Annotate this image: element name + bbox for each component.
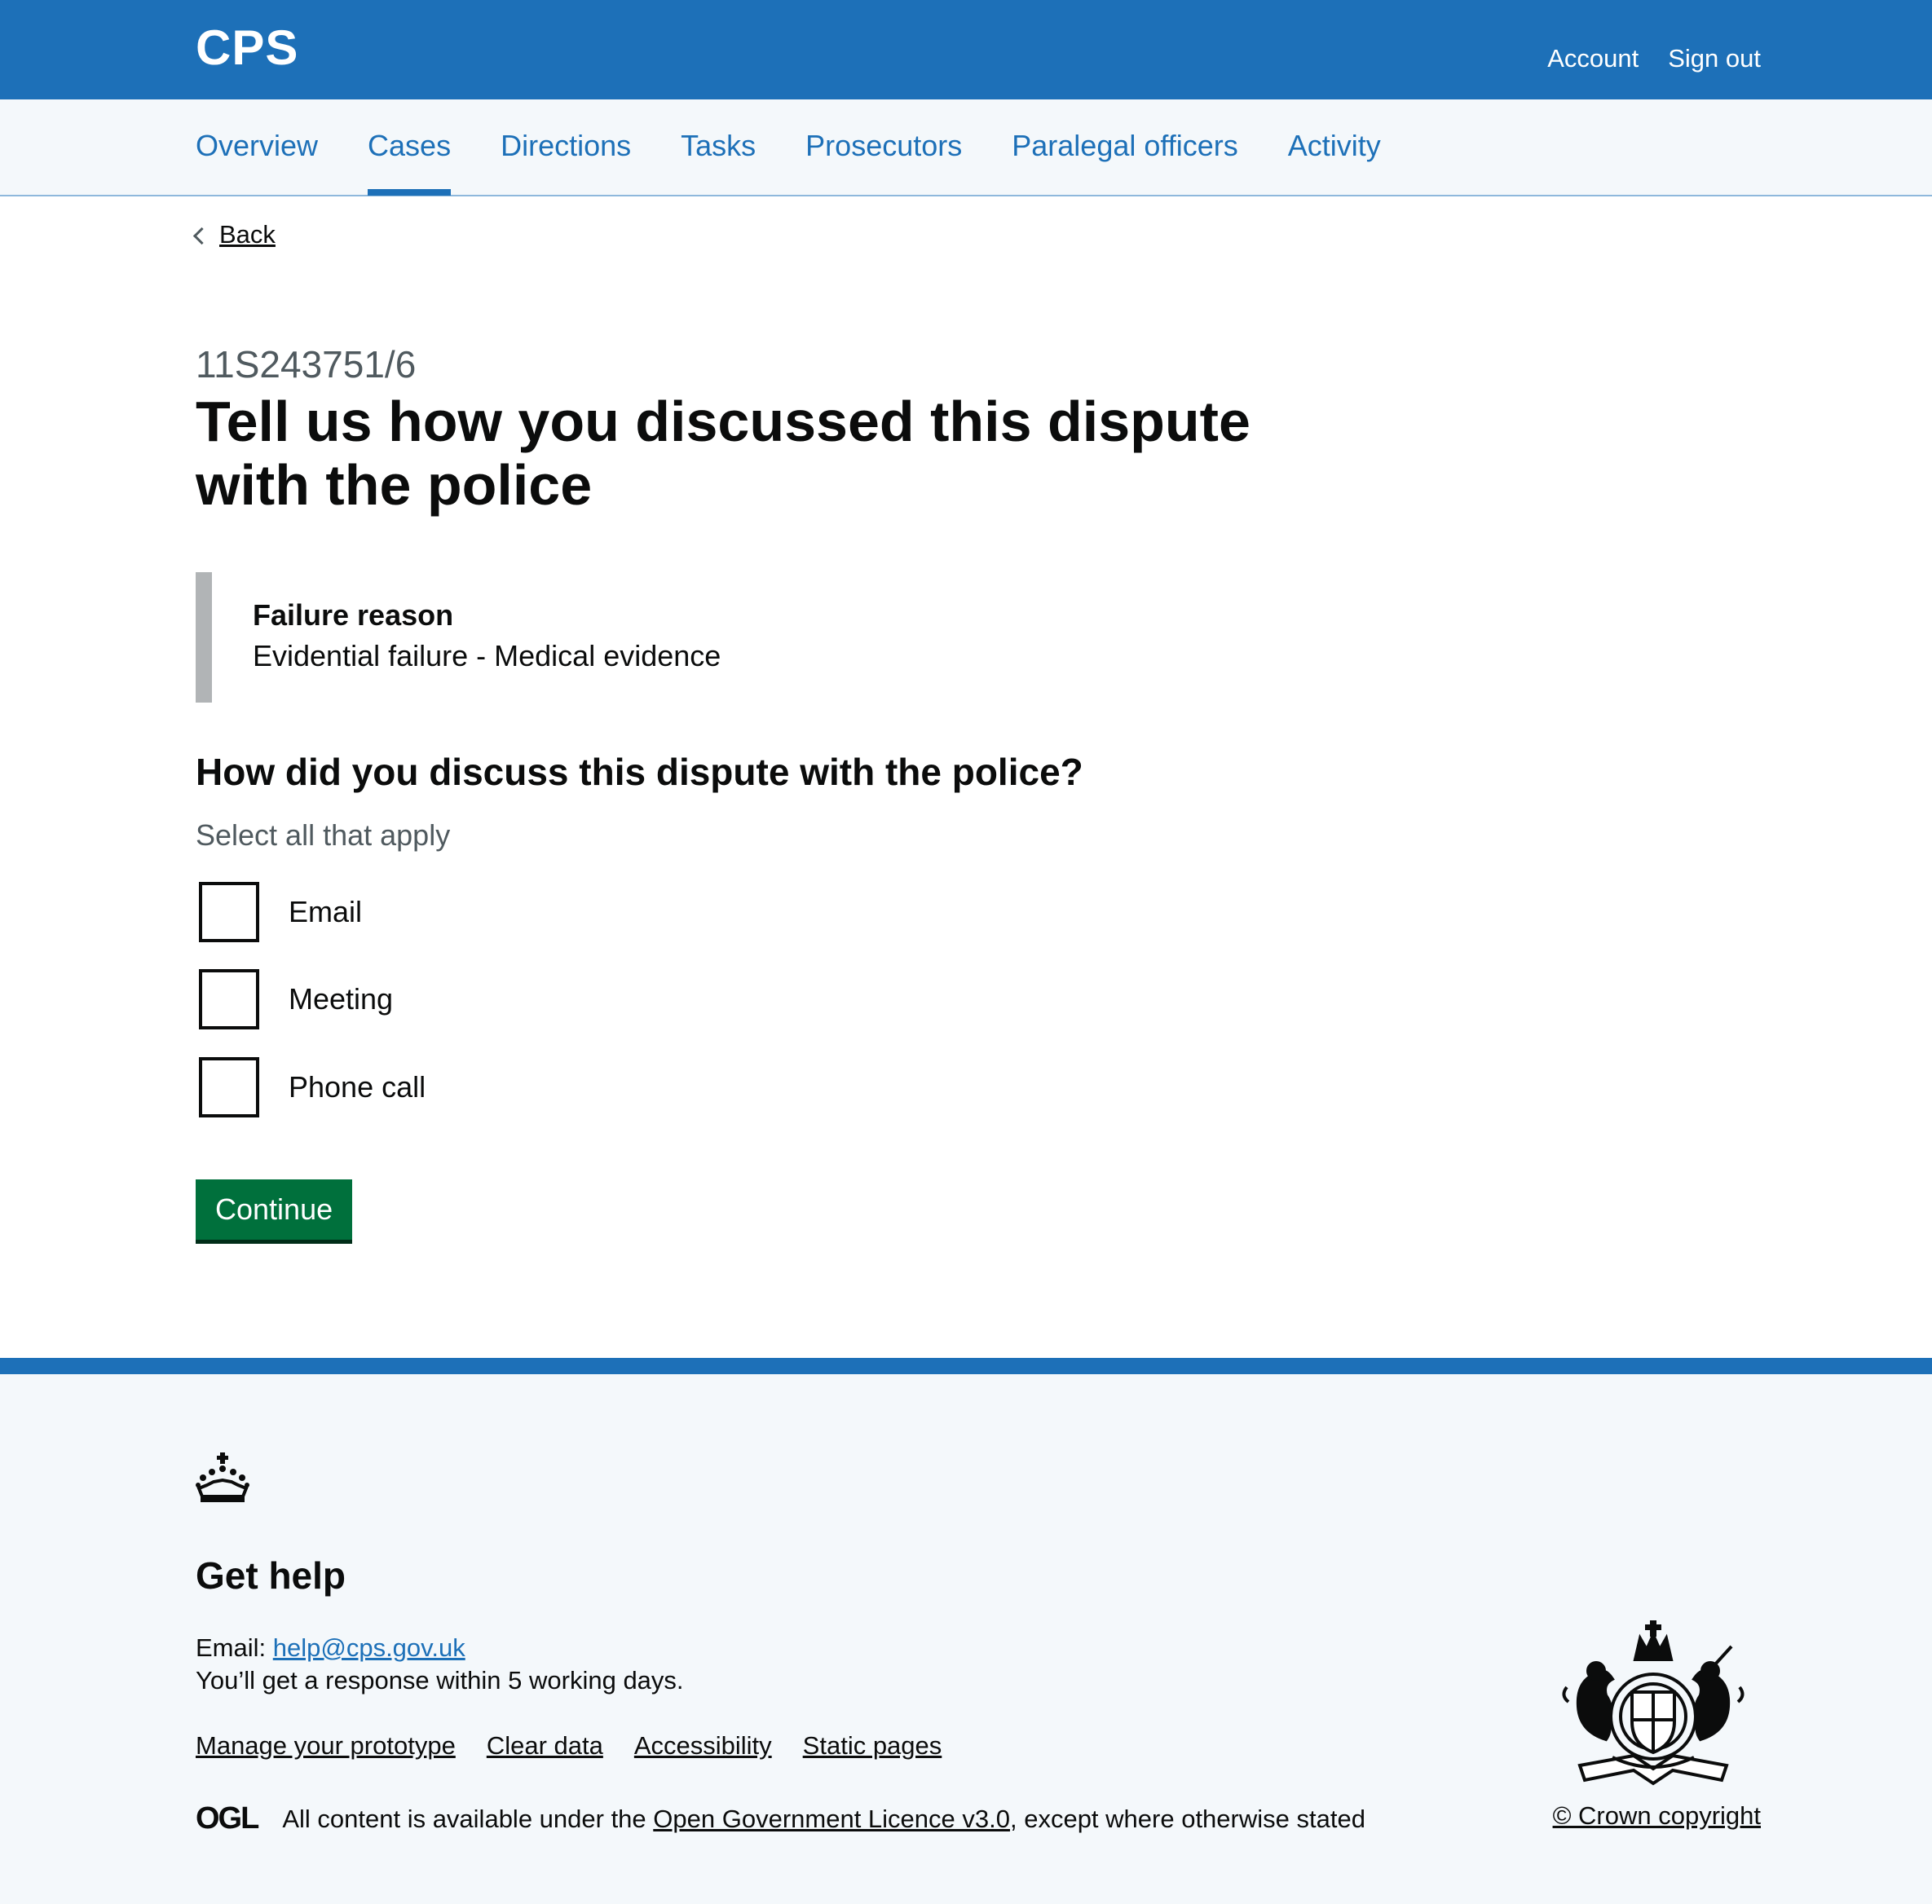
crown-copyright-link[interactable]: © Crown copyright [1553,1801,1761,1831]
case-reference-caption: 11S243751/6 [196,343,417,386]
footer-link-accessibility[interactable]: Accessibility [634,1731,772,1761]
meeting-checkbox-label[interactable]: Meeting [289,982,393,1016]
nav-item-prosecutors: Prosecutors [805,99,962,195]
email-checkbox-label[interactable]: Email [289,895,362,929]
nav-link-cases[interactable]: Cases [368,99,451,163]
meeting-checkbox[interactable] [199,969,259,1029]
help-email-link[interactable]: help@cps.gov.uk [273,1633,465,1662]
help-email-line: Email: help@cps.gov.uk [196,1633,465,1663]
nav-item-tasks: Tasks [681,99,756,195]
question-hint: Select all that apply [196,818,451,852]
footer-link-clear-data[interactable]: Clear data [487,1731,603,1761]
email-label: Email: [196,1633,273,1662]
nav-link-paralegal-officers[interactable]: Paralegal officers [1012,99,1238,163]
nav-item-overview: Overview [196,99,318,195]
checkbox-option-phone-call[interactable]: Phone call [196,1057,426,1117]
checkbox-option-meeting[interactable]: Meeting [196,969,393,1029]
nav-item-activity: Activity [1288,99,1381,195]
site-header: CPS Account Sign out [0,0,1932,99]
checkbox-option-email[interactable]: Email [196,882,362,942]
nav-link-prosecutors[interactable]: Prosecutors [805,99,962,163]
ogl-logo: OGL [196,1801,259,1836]
footer-link-static-pages[interactable]: Static pages [803,1731,942,1761]
licence-text: All content is available under the Open … [282,1805,1365,1834]
get-help-heading: Get help [196,1554,346,1597]
nav-item-directions: Directions [501,99,631,195]
primary-navigation: Overview Cases Directions Tasks Prosecut… [0,99,1932,196]
response-time-text: You’ll get a response within 5 working d… [196,1666,684,1695]
nav-item-cases: Cases [368,99,452,196]
nav-link-directions[interactable]: Directions [501,99,631,163]
inset-text: Evidential failure - Medical evidence [253,639,721,672]
email-checkbox[interactable] [199,882,259,942]
nav-item-paralegal-officers: Paralegal officers [1012,99,1238,195]
nav-link-tasks[interactable]: Tasks [681,99,756,163]
continue-button[interactable]: Continue [196,1179,353,1240]
licence-prefix: All content is available under the [282,1804,654,1833]
page-title: Tell us how you discussed this dispute w… [196,390,1251,517]
back-link-container: Back [192,220,276,249]
nav-link-activity[interactable]: Activity [1288,99,1381,163]
chevron-left-icon [192,227,211,245]
cps-logo[interactable]: CPS [196,20,298,76]
back-link[interactable]: Back [219,220,276,249]
sign-out-link[interactable]: Sign out [1668,44,1761,73]
licence-suffix: , except where otherwise stated [1009,1804,1365,1833]
phone-call-checkbox[interactable] [199,1057,259,1117]
open-government-licence-link[interactable]: Open Government Licence v3.0 [653,1805,1010,1833]
question-legend: How did you discuss this dispute with th… [196,751,1083,793]
footer-link-manage-prototype[interactable]: Manage your prototype [196,1731,456,1761]
failure-reason-inset: Failure reason Evidential failure - Medi… [196,572,946,703]
inset-title: Failure reason [253,598,454,632]
phone-call-checkbox-label[interactable]: Phone call [289,1070,426,1104]
site-footer: Get help Email: help@cps.gov.uk You’ll g… [0,1358,1932,1904]
licence-row: OGL All content is available under the O… [196,1801,1365,1836]
crown-icon [196,1452,249,1502]
nav-link-overview[interactable]: Overview [196,99,318,163]
account-link[interactable]: Account [1547,44,1639,73]
royal-coat-of-arms-icon [1562,1620,1745,1786]
header-account-links: Account Sign out [1547,44,1761,73]
footer-links: Manage your prototype Clear data Accessi… [196,1731,942,1761]
